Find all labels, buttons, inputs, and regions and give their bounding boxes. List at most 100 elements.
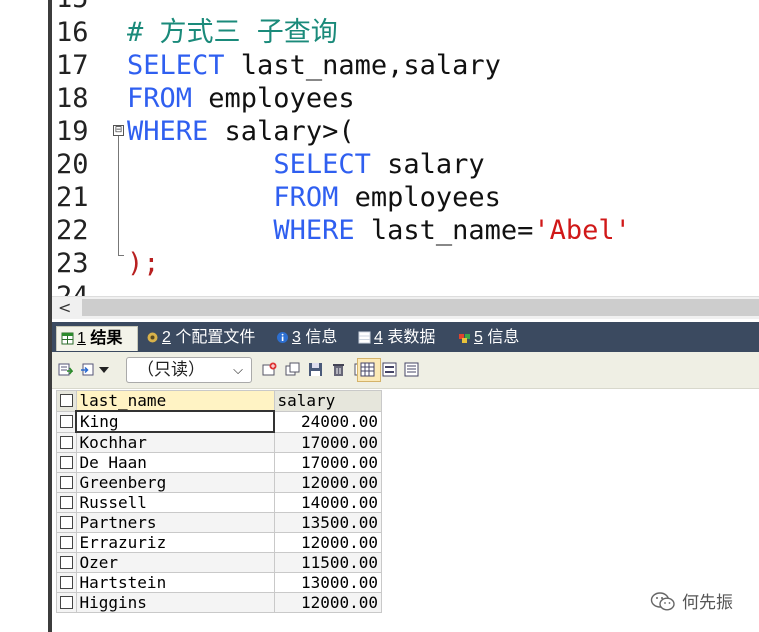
horizontal-scrollbar[interactable]: < (52, 296, 759, 319)
cell-salary[interactable]: 17000.00 (273, 452, 382, 473)
messages-icon (459, 334, 470, 343)
add-row-icon[interactable] (262, 362, 277, 377)
fold-guide-end (118, 255, 124, 256)
grid-view-icon[interactable] (360, 362, 375, 377)
cell-salary[interactable]: 12000.00 (273, 532, 382, 553)
cell-salary[interactable]: 13500.00 (273, 512, 382, 533)
row-checkbox[interactable] (56, 410, 77, 433)
chevron-down-icon: ⌵ (233, 362, 243, 377)
code-text: salary>( (208, 116, 355, 147)
cell-salary[interactable]: 11500.00 (273, 552, 382, 573)
readonly-select[interactable]: （只读） ⌵ (126, 357, 252, 383)
row-checkbox[interactable] (56, 472, 77, 493)
cell-salary[interactable]: 14000.00 (273, 492, 382, 513)
row-checkbox[interactable] (56, 452, 77, 473)
form-view-icon[interactable] (382, 362, 397, 377)
cell-salary[interactable]: 13000.00 (273, 572, 382, 593)
scrollbar-thumb[interactable] (82, 299, 759, 316)
delete-icon[interactable] (331, 362, 346, 377)
tab-profiles[interactable]: 2 个配置文件 (142, 326, 255, 350)
import-icon[interactable] (80, 362, 95, 377)
row-checkbox[interactable] (56, 572, 77, 593)
save-icon[interactable] (308, 362, 323, 377)
cell-last-name[interactable]: De Haan (75, 452, 275, 473)
keyword: SELECT (273, 149, 371, 180)
watermark-text: 何先振 (682, 593, 733, 613)
row-checkbox[interactable] (56, 592, 77, 613)
code-line[interactable]: WHERE salary>( (127, 115, 355, 148)
code-text: employees (338, 182, 501, 213)
select-all-checkbox[interactable] (56, 390, 77, 412)
line-number: 20 (56, 149, 89, 180)
line-number: 16 (56, 17, 89, 48)
column-header-salary[interactable]: salary (273, 390, 382, 412)
cell-last-name[interactable]: Hartstein (75, 572, 275, 593)
code-text: employees (192, 83, 355, 114)
info-icon (277, 332, 288, 343)
cell-last-name[interactable]: King (75, 410, 275, 433)
table-row[interactable]: Kochhar 17000.00 (56, 431, 382, 453)
tab-results[interactable]: 1 结果 (56, 326, 138, 351)
cell-last-name[interactable]: Ozer (75, 552, 275, 573)
table-row[interactable]: De Haan 17000.00 (56, 452, 382, 473)
tab-table-data[interactable]: 4 表数据 (354, 326, 435, 350)
keyword: WHERE (127, 116, 209, 147)
table-row[interactable]: Partners 13500.00 (56, 512, 382, 533)
tab-number: 1 (77, 330, 86, 347)
cell-last-name[interactable]: Errazuriz (75, 532, 275, 553)
tab-messages[interactable]: 5 信息 (454, 326, 519, 350)
watermark: 何先振 (650, 588, 733, 613)
fold-guide-line (118, 136, 119, 256)
row-checkbox[interactable] (56, 431, 77, 453)
keyword: FROM (127, 83, 193, 114)
keyword: WHERE (273, 215, 355, 246)
duplicate-row-icon[interactable] (285, 362, 300, 377)
cell-last-name[interactable]: Kochhar (75, 431, 275, 453)
chevron-down-icon[interactable] (98, 362, 110, 377)
table-row[interactable]: Greenberg 12000.00 (56, 472, 382, 493)
table-row[interactable]: Russell 14000.00 (56, 492, 382, 513)
code-line[interactable]: ); (127, 247, 160, 280)
result-grid-icon (61, 332, 74, 345)
cell-last-name[interactable]: Greenberg (75, 472, 275, 493)
line-number: 18 (56, 83, 89, 114)
result-tabs: 1 结果 2 个配置文件 3 信息 4 表数据 5 信息 (52, 322, 759, 352)
column-header-last-name[interactable]: last_name (75, 390, 275, 412)
result-toolbar: （只读） ⌵ (52, 352, 759, 389)
table-row[interactable]: King 24000.00 (56, 410, 382, 433)
row-checkbox[interactable] (56, 532, 77, 553)
code-line[interactable]: SELECT salary (127, 148, 484, 181)
table-row[interactable]: Errazuriz 12000.00 (56, 532, 382, 553)
cell-last-name[interactable]: Russell (75, 492, 275, 513)
code-line[interactable]: SELECT last_name,salary (127, 49, 501, 82)
row-checkbox[interactable] (56, 512, 77, 533)
tab-number: 3 (292, 329, 301, 346)
cell-salary[interactable]: 24000.00 (273, 410, 382, 433)
tab-number: 4 (374, 329, 383, 346)
tab-info[interactable]: 3 信息 (272, 326, 337, 350)
line-number: 21 (56, 182, 89, 213)
export-icon[interactable] (58, 362, 73, 377)
line-number: 19 (56, 116, 89, 147)
table-row[interactable]: Higgins 12000.00 (56, 592, 382, 613)
tab-label: 个配置文件 (170, 329, 256, 346)
row-checkbox[interactable] (56, 552, 77, 573)
table-row[interactable]: Ozer 11500.00 (56, 552, 382, 573)
code-line[interactable]: FROM employees (127, 82, 355, 115)
cell-salary[interactable]: 12000.00 (273, 472, 382, 493)
code-line[interactable]: WHERE last_name='Abel' (127, 214, 631, 247)
cell-salary[interactable]: 17000.00 (273, 431, 382, 453)
table-row[interactable]: Hartstein 13000.00 (56, 572, 382, 593)
cell-last-name[interactable]: Higgins (75, 592, 275, 613)
text-view-icon[interactable] (404, 362, 419, 377)
fold-toggle-icon[interactable]: ⊟ (113, 125, 124, 136)
code-line[interactable]: FROM employees (127, 181, 501, 214)
cell-last-name[interactable]: Partners (75, 512, 275, 533)
code-comment[interactable]: # 方式三 子查询 (127, 16, 338, 49)
profile-icon (147, 332, 158, 343)
cell-salary[interactable]: 12000.00 (273, 592, 382, 613)
row-checkbox[interactable] (56, 492, 77, 513)
scroll-left-icon[interactable]: < (58, 298, 71, 317)
